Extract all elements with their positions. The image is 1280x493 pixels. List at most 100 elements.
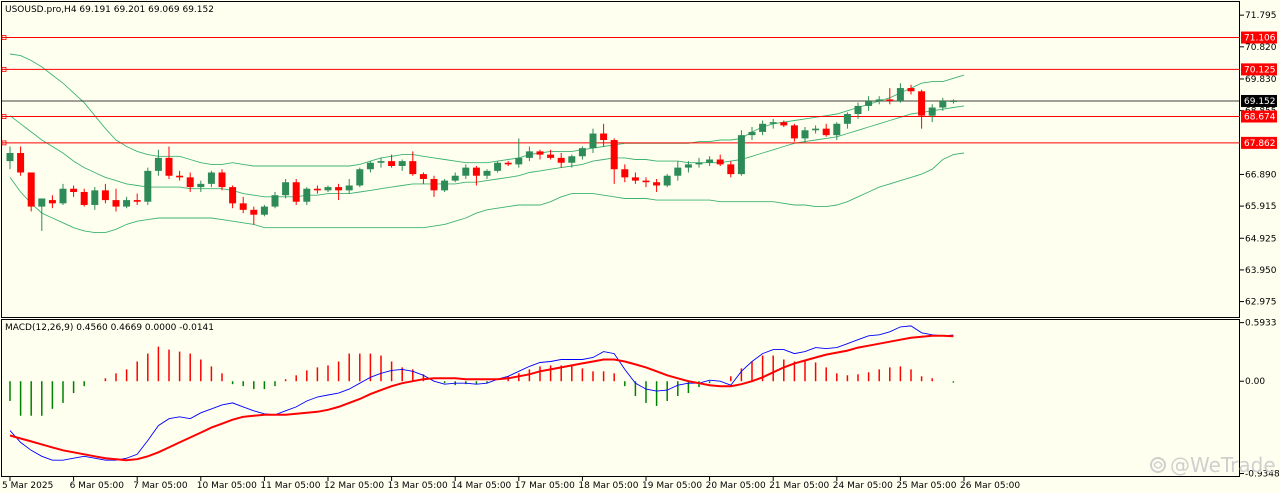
candle-body xyxy=(101,190,109,201)
candle-body xyxy=(653,182,661,186)
macd-panel[interactable] xyxy=(1,319,1240,477)
candle-body xyxy=(419,174,427,179)
candle-body xyxy=(578,148,586,157)
candle-body xyxy=(759,123,767,132)
candle-body xyxy=(324,187,332,191)
candle-body xyxy=(59,188,67,204)
price-tick-label: 70.820 xyxy=(1245,43,1277,53)
candle-body xyxy=(165,157,173,176)
level-price-label: 67.862 xyxy=(1244,139,1276,149)
candle-body xyxy=(377,161,385,163)
time-tick-label: 13 Mar 05:00 xyxy=(388,481,448,491)
candle-body xyxy=(695,162,703,165)
time-tick-label: 19 Mar 05:00 xyxy=(642,481,702,491)
price-panel[interactable] xyxy=(1,1,1240,318)
candle-body xyxy=(642,180,650,183)
candle-body xyxy=(48,200,56,204)
level-price-label: 70.125 xyxy=(1244,65,1276,75)
candle-body xyxy=(515,157,523,165)
candle-body xyxy=(70,188,78,192)
candle-body xyxy=(133,200,141,202)
candle-body xyxy=(313,188,321,191)
candle-body xyxy=(345,185,353,191)
candle-body xyxy=(918,91,926,116)
candle-body xyxy=(430,178,438,191)
time-tick-label: 18 Mar 05:00 xyxy=(578,481,638,491)
candle-body xyxy=(928,107,936,116)
candle-body xyxy=(716,159,724,165)
candle-body xyxy=(472,167,480,176)
time-tick-label: 25 Mar 05:00 xyxy=(896,481,956,491)
candle-body xyxy=(589,133,597,149)
candle-body xyxy=(207,172,215,184)
candle-body xyxy=(684,164,692,168)
candle-body xyxy=(335,187,343,191)
price-tick-label: 69.830 xyxy=(1245,75,1277,85)
candle-body xyxy=(38,198,46,207)
candle-body xyxy=(780,122,788,126)
candle-body xyxy=(197,183,205,188)
candle-body xyxy=(504,162,512,165)
time-tick-label: 6 Mar 05:00 xyxy=(70,481,125,491)
price-tick-label: 66.890 xyxy=(1245,170,1277,180)
price-tick-label: 63.950 xyxy=(1245,266,1277,276)
candle-body xyxy=(282,182,290,196)
macd-tick-label: 0.5933 xyxy=(1245,319,1277,329)
candle-body xyxy=(6,153,14,162)
level-price-label: 68.674 xyxy=(1244,113,1276,123)
time-tick-label: 7 Mar 05:00 xyxy=(133,481,188,491)
time-tick-label: 5 Mar 2025 xyxy=(2,481,53,491)
candle-body xyxy=(260,206,268,215)
candle-body xyxy=(239,203,247,210)
candle-body xyxy=(748,131,756,136)
time-tick-label: 26 Mar 05:00 xyxy=(960,481,1020,491)
candle-body xyxy=(727,164,735,175)
candle-body xyxy=(303,188,311,202)
candle-body xyxy=(621,169,629,178)
candle-body xyxy=(176,175,184,178)
time-tick-label: 21 Mar 05:00 xyxy=(769,481,829,491)
time-tick-label: 10 Mar 05:00 xyxy=(197,481,257,491)
candle-body xyxy=(812,128,820,131)
candle-body xyxy=(790,125,798,139)
time-tick-label: 11 Mar 05:00 xyxy=(260,481,320,491)
candle-body xyxy=(547,154,555,158)
candle-body xyxy=(112,200,120,207)
candle-body xyxy=(886,99,894,102)
time-tick-label: 17 Mar 05:00 xyxy=(515,481,575,491)
candle-body xyxy=(769,122,777,124)
candle-body xyxy=(366,162,374,170)
watermark: @WeTrade xyxy=(1150,453,1276,477)
candle-body xyxy=(462,167,470,176)
candle-body xyxy=(144,170,152,202)
time-tick-label: 20 Mar 05:00 xyxy=(706,481,766,491)
time-tick-label: 12 Mar 05:00 xyxy=(324,481,384,491)
candle-body xyxy=(271,195,279,207)
current-price-label: 69.152 xyxy=(1244,97,1276,107)
candle-body xyxy=(674,167,682,176)
price-tick-label: 62.975 xyxy=(1245,298,1277,308)
candle-body xyxy=(706,159,714,163)
candle-body xyxy=(854,105,862,115)
candle-body xyxy=(494,162,502,171)
candle-body xyxy=(557,157,565,163)
candle-body xyxy=(737,135,745,175)
candle-body xyxy=(833,123,841,136)
candle-body xyxy=(356,169,364,186)
candle-body xyxy=(483,170,491,176)
candle-body xyxy=(875,99,883,102)
candle-body xyxy=(123,200,131,207)
candle-body xyxy=(398,161,406,166)
candle-body xyxy=(91,190,99,205)
candle-body xyxy=(610,140,618,170)
candle-body xyxy=(949,100,957,102)
price-tick-label: 64.925 xyxy=(1245,234,1277,244)
candle-body xyxy=(801,130,809,139)
candle-body xyxy=(525,151,533,158)
candle-body xyxy=(441,180,449,191)
price-tick-label: 65.915 xyxy=(1245,202,1277,212)
candle-body xyxy=(451,175,459,181)
price-panel-header: USOUSD.pro,H4 69.191 69.201 69.069 69.15… xyxy=(5,5,214,15)
candle-body xyxy=(17,153,25,173)
candle-body xyxy=(229,187,237,204)
